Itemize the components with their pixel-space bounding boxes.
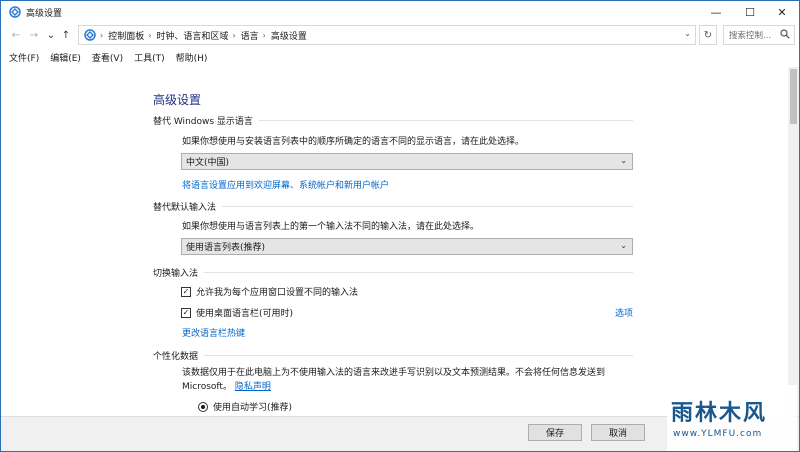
address-bar[interactable]: › 控制面板 › 时钟、语言和区域 › 语言 › 高级设置 ⌄: [78, 25, 696, 45]
menu-help[interactable]: 帮助(H): [176, 51, 208, 64]
section-display-language: 替代 Windows 显示语言: [153, 114, 633, 127]
divider: [222, 206, 633, 207]
divider: [258, 120, 633, 121]
section-header: 替代默认输入法: [153, 203, 217, 213]
watermark-logo: 雨林木风 www.YLMFU.com: [667, 385, 797, 451]
desktop-language-bar-checkbox[interactable]: ✓ 使用桌面语言栏(可用时): [181, 306, 293, 319]
watermark-url: www.YLMFU.com: [673, 429, 763, 439]
per-app-input-checkbox[interactable]: ✓ 允许我为每个应用窗口设置不同的输入法: [181, 285, 358, 298]
checkbox-label: 允许我为每个应用窗口设置不同的输入法: [196, 288, 359, 298]
search-input[interactable]: 搜索控制...: [723, 25, 795, 45]
cancel-button[interactable]: 取消: [591, 424, 645, 441]
radio-label: 使用自动学习(推荐): [213, 403, 293, 413]
save-button[interactable]: 保存: [528, 424, 582, 441]
display-language-description: 如果你想使用与安装语言列表中的顺序所确定的语言不同的显示语言，请在此处选择。: [182, 137, 525, 147]
menu-file[interactable]: 文件(F): [9, 51, 39, 64]
breadcrumb-advanced-settings[interactable]: 高级设置: [271, 29, 307, 42]
breadcrumb-separator: ›: [232, 30, 236, 40]
section-input-method: 替代默认输入法: [153, 200, 633, 213]
select-value: 中文(中国): [186, 158, 230, 168]
window: 高级设置 — ☐ ✕ ← → ⌄ ↑ › 控制面板 › 时钟、语言和区域 › 语…: [0, 0, 800, 452]
personalization-text: 该数据仅用于在此电脑上为不使用输入法的语言来改进手写识别以及文本预测结果。不会将…: [182, 368, 606, 378]
select-value: 使用语言列表(推荐): [186, 243, 266, 253]
watermark-title: 雨林木风: [671, 401, 768, 426]
divider: [204, 355, 633, 356]
chevron-down-icon: ⌄: [620, 156, 627, 165]
address-toolbar: ← → ⌄ ↑ › 控制面板 › 时钟、语言和区域 › 语言 › 高级设置 ⌄ …: [1, 23, 799, 47]
main-content: 高级设置 替代 Windows 显示语言 如果你想使用与安装语言列表中的顺序所确…: [1, 67, 799, 416]
menu-view[interactable]: 查看(V): [92, 51, 123, 64]
chevron-down-icon: ⌄: [620, 241, 627, 250]
title-bar: 高级设置 — ☐ ✕: [1, 1, 799, 23]
checkbox-checked-icon: ✓: [181, 286, 191, 297]
maximize-button[interactable]: ☐: [732, 1, 768, 23]
control-panel-icon: [9, 6, 21, 18]
menu-tools[interactable]: 工具(T): [134, 51, 165, 64]
display-language-select[interactable]: 中文(中国) ⌄: [181, 153, 633, 170]
auto-learning-radio[interactable]: 使用自动学习(推荐): [198, 400, 292, 413]
recent-locations-button[interactable]: ⌄: [44, 28, 58, 42]
breadcrumb-separator: ›: [148, 30, 152, 40]
up-button[interactable]: ↑: [59, 28, 73, 42]
forward-button[interactable]: →: [27, 28, 41, 42]
breadcrumb-separator: ›: [262, 30, 266, 40]
radio-selected-icon: [198, 401, 208, 412]
section-switch-input: 切换输入法: [153, 266, 633, 279]
close-button[interactable]: ✕: [764, 1, 800, 23]
window-title: 高级设置: [26, 9, 63, 19]
breadcrumb-separator: ›: [100, 30, 104, 40]
personalization-description: 该数据仅用于在此电脑上为不使用输入法的语言来改进手写识别以及文本预测结果。不会将…: [182, 366, 622, 394]
breadcrumb-control-panel[interactable]: 控制面板: [108, 29, 144, 42]
input-method-select[interactable]: 使用语言列表(推荐) ⌄: [181, 238, 633, 255]
scrollbar-thumb[interactable]: [790, 69, 797, 124]
section-header: 切换输入法: [153, 269, 199, 279]
section-header: 个性化数据: [153, 352, 199, 362]
minimize-button[interactable]: —: [698, 1, 734, 23]
section-header: 替代 Windows 显示语言: [153, 117, 253, 127]
back-button[interactable]: ←: [9, 28, 23, 42]
checkbox-checked-icon: ✓: [181, 307, 191, 318]
page-title: 高级设置: [153, 93, 202, 107]
section-personalization: 个性化数据: [153, 349, 633, 362]
checkbox-label: 使用桌面语言栏(可用时): [196, 309, 294, 319]
search-icon[interactable]: [780, 29, 790, 39]
breadcrumb-language[interactable]: 语言: [241, 29, 259, 42]
options-link[interactable]: 选项: [615, 306, 633, 319]
control-panel-icon: [84, 29, 96, 41]
menu-bar: 文件(F) 编辑(E) 查看(V) 工具(T) 帮助(H): [1, 47, 799, 67]
address-dropdown-icon[interactable]: ⌄: [684, 29, 691, 38]
privacy-statement-link[interactable]: 隐私声明: [235, 382, 271, 392]
personalization-text-cont: Microsoft。: [182, 382, 232, 392]
divider: [204, 272, 633, 273]
search-placeholder: 搜索控制...: [729, 31, 772, 41]
vertical-scrollbar[interactable]: [788, 67, 799, 416]
change-hotkeys-link[interactable]: 更改语言栏热键: [182, 326, 245, 339]
menu-edit[interactable]: 编辑(E): [50, 51, 81, 64]
refresh-button[interactable]: ↻: [699, 25, 717, 45]
breadcrumb-clock-language-region[interactable]: 时钟、语言和区域: [156, 29, 228, 42]
input-method-description: 如果你想使用与语言列表上的第一个输入法不同的输入法，请在此处选择。: [182, 222, 480, 232]
apply-language-settings-link[interactable]: 将语言设置应用到欢迎屏幕、系统帐户和新用户帐户: [182, 178, 389, 191]
